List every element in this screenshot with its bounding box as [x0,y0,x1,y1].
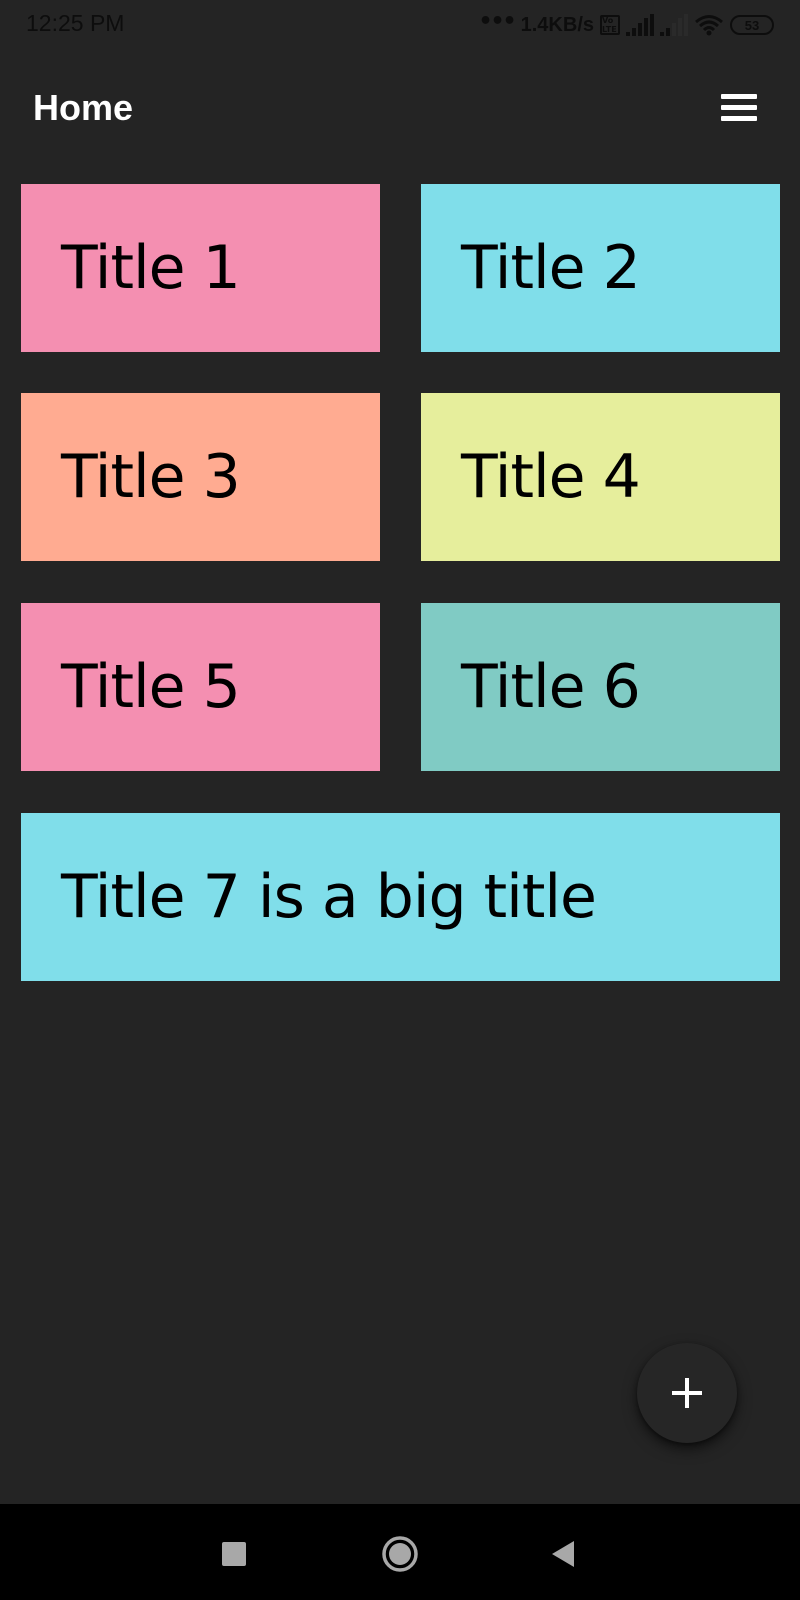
network-dots: ••• [478,9,516,34]
note-title: Title 1 [61,233,241,303]
home-icon [382,1536,418,1572]
note-card[interactable]: Title 4 [421,393,780,561]
menu-button[interactable] [716,88,762,128]
plus-icon [672,1378,702,1408]
wifi-icon [695,15,723,36]
volte-icon: Vo LTE [600,15,620,35]
note-title: Title 2 [461,233,641,303]
system-nav-bar [0,1504,800,1600]
note-card[interactable]: Title 1 [21,184,380,352]
note-card[interactable]: Title 6 [421,603,780,771]
note-card[interactable]: Title 5 [21,603,380,771]
note-title: Title 5 [61,652,241,722]
signal-icon [626,14,654,36]
recents-button[interactable] [212,1532,256,1576]
note-card[interactable]: Title 7 is a big title [21,813,780,981]
back-button[interactable] [541,1532,585,1576]
note-card[interactable]: Title 3 [21,393,380,561]
status-bar: 12:25 PM ••• 1.4KB/s Vo LTE 53 [0,0,800,50]
network-speed: 1.4KB/s [520,13,594,36]
hamburger-menu-icon [721,94,757,121]
app-bar: Home [0,60,800,156]
page-title: Home [33,87,134,128]
battery-icon: 53 [730,15,774,35]
home-button[interactable] [378,1532,422,1576]
status-icons: ••• 1.4KB/s Vo LTE 53 [478,9,774,38]
status-time: 12:25 PM [26,10,125,36]
note-title: Title 6 [461,652,641,722]
recents-icon [222,1542,246,1566]
add-note-button[interactable] [637,1343,737,1443]
note-title: Title 3 [61,442,241,512]
note-title: Title 7 is a big title [61,862,597,932]
back-icon [552,1541,574,1567]
note-card[interactable]: Title 2 [421,184,780,352]
signal-weak-icon [660,14,688,36]
note-title: Title 4 [461,442,641,512]
